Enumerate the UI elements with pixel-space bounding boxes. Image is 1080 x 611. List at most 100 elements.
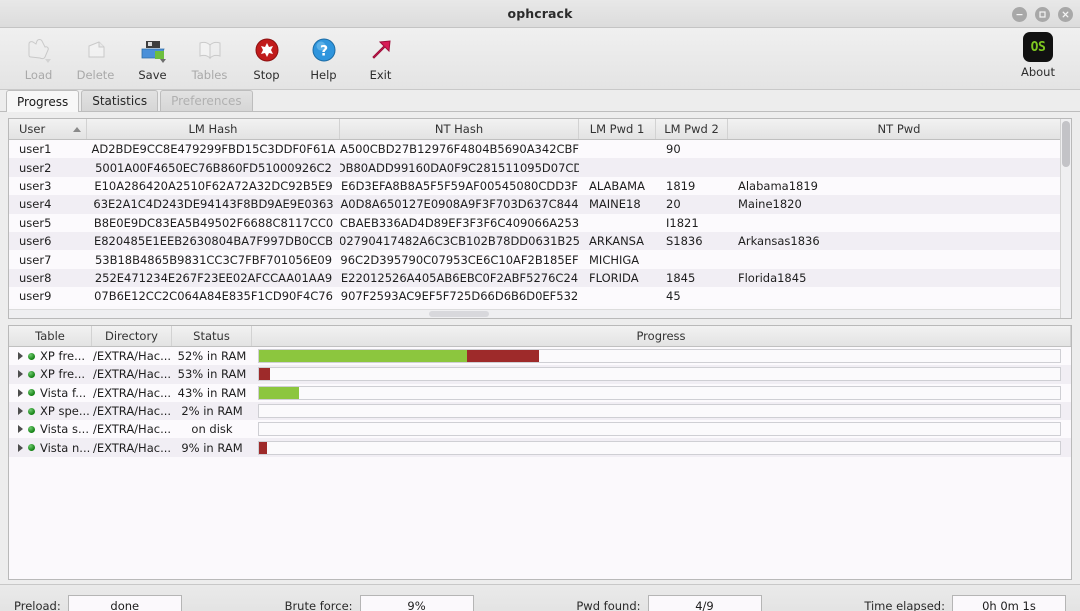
table-row[interactable]: user1 AD2BDE9CC8E479299FBD15C3DDF0F61A A50… (9, 140, 1071, 159)
tab-progress[interactable]: Progress (6, 90, 80, 112)
cell-nt-pwd: Arkansas1836 (738, 234, 820, 249)
cell-nt-hash: E6D3EFA8B8A5F5F59AF00545080CDD3F (340, 178, 579, 193)
table-row[interactable]: Vista f... /EXTRA/Hac... 43% in RAM (9, 383, 1071, 402)
close-button[interactable] (1058, 6, 1073, 22)
expand-triangle-icon[interactable] (18, 352, 23, 361)
scrollbar-thumb[interactable] (429, 311, 490, 317)
maximize-button[interactable] (1035, 6, 1050, 22)
progress-bar (258, 404, 1061, 419)
progress-segment-loaded (259, 350, 468, 363)
column-header-status[interactable]: Status (172, 326, 252, 346)
load-icon (25, 35, 53, 65)
cell-nt-pwd (728, 140, 1071, 158)
cell-table-name: Vista n... (9, 438, 92, 456)
table-row[interactable]: Vista n.../EXTRA/Hac... 9% in RAM (9, 438, 1071, 457)
about-button[interactable]: OS About (1008, 32, 1068, 79)
column-header-progress[interactable]: Progress (252, 326, 1071, 346)
cracked-table-horizontal-scrollbar[interactable] (9, 309, 1060, 318)
table-row[interactable]: user4 63E2A1C4D243DE94143F8BD9AE9E0363 A0D… (9, 195, 1071, 214)
cell-status: 43% in RAM (177, 385, 247, 400)
cell-progress (252, 438, 1071, 456)
sort-ascending-icon (73, 126, 82, 132)
table-row[interactable]: XP fre... /EXTRA/Hac... 53% in RAM (9, 365, 1071, 384)
tables-button[interactable]: Tables (181, 32, 238, 88)
bruteforce-value: 9% (359, 594, 474, 611)
column-header-table[interactable]: Table (9, 326, 92, 346)
table-row[interactable]: user9 07B6E12CC2C064A84E835F1CD90F4C76 907… (9, 287, 1071, 306)
cell-lm-pwd-1: MAINE18 (589, 197, 641, 212)
load-button[interactable]: Load (10, 32, 67, 88)
expand-triangle-icon[interactable] (18, 425, 23, 434)
cell-user: user4 (19, 197, 52, 212)
expand-triangle-icon[interactable] (18, 407, 23, 416)
cell-progress (252, 347, 1071, 365)
save-dropdown-caret[interactable] (159, 59, 166, 63)
column-header-nt-pwd[interactable]: NT Pwd (728, 119, 1071, 139)
minimize-button[interactable] (1012, 6, 1027, 22)
scrollbar-thumb[interactable] (1062, 121, 1070, 167)
column-header-lm-pwd-2[interactable]: LM Pwd 2 (656, 119, 728, 139)
help-button[interactable]: ? Help (295, 32, 352, 88)
cell-progress (252, 384, 1071, 402)
pwdfound-value: 4/9 (647, 594, 762, 611)
delete-button[interactable]: Delete (67, 32, 124, 88)
cell-user: user6 (19, 234, 52, 249)
delete-icon (82, 35, 110, 65)
column-header-lm-pwd-1[interactable]: LM Pwd 1 (579, 119, 656, 139)
progress-bar-wrapper (252, 384, 1071, 402)
cell-lm-pwd-1 (579, 158, 656, 176)
cell-lm-pwd-2: 20 (666, 197, 681, 212)
cell-lm-hash: 53B18B4865B9831CC3C7FBF701056E09 (94, 252, 333, 267)
progress-bar-wrapper (252, 438, 1071, 456)
table-name-label: Vista n... (40, 440, 91, 455)
status-dot-icon (28, 370, 35, 378)
exit-button[interactable]: Exit (352, 32, 409, 88)
save-button[interactable]: Save (124, 32, 181, 88)
cell-lm-pwd-1 (579, 287, 656, 305)
column-header-lm-hash[interactable]: LM Hash (87, 119, 340, 139)
tables-panel-header: Table Directory Status Progress (9, 326, 1071, 347)
tab-preferences[interactable]: Preferences (160, 90, 253, 111)
table-row[interactable]: user5 B8E0E9DC83EA5B49502F6688C8117CC0 CBA… (9, 213, 1071, 232)
cell-table-name: Vista f... (9, 384, 92, 402)
rainbow-tables-panel: Table Directory Status Progress XP fre..… (8, 325, 1072, 580)
cell-lm-hash: 07B6E12CC2C064A84E835F1CD90F4C76 (94, 289, 333, 304)
table-row[interactable]: XP spe.../EXTRA/Hac... 2% in RAM (9, 401, 1071, 421)
cell-lm-pwd-2 (656, 158, 728, 176)
cell-directory: /EXTRA/Hac... (92, 367, 172, 382)
pwdfound-label: Pwd found: (576, 598, 641, 611)
table-row[interactable]: Vista s.../EXTRA/Hac... on disk (9, 420, 1071, 439)
stop-button[interactable]: Stop (238, 32, 295, 88)
cell-user: user3 (19, 178, 52, 193)
cell-lm-pwd-1 (579, 140, 656, 158)
progress-bar (258, 385, 1061, 400)
save-button-label: Save (138, 68, 167, 82)
table-row[interactable]: XP fre... /EXTRA/Hac... 52% in RAM (9, 347, 1071, 366)
table-name-label: XP spe... (40, 404, 90, 419)
svg-text:?: ? (319, 44, 327, 60)
preload-label: Preload: (14, 598, 61, 611)
expand-triangle-icon[interactable] (18, 388, 23, 397)
column-header-user[interactable]: User (9, 119, 87, 139)
table-row[interactable]: user2 5001A00F4650EC76B860FD51000926C2 DB8… (9, 158, 1071, 177)
cell-lm-hash: AD2BDE9CC8E479299FBD15C3DDF0F61A (91, 142, 336, 157)
cell-nt-pwd: Maine1820 (738, 197, 802, 212)
cracked-table-vertical-scrollbar[interactable] (1060, 119, 1071, 318)
cell-status: on disk (191, 422, 233, 437)
cell-table-name: XP fre... (9, 365, 92, 383)
load-dropdown-caret[interactable] (44, 59, 51, 63)
cell-lm-hash: 63E2A1C4D243DE94143F8BD9AE9E0363 (93, 197, 334, 212)
pwdfound-status: Pwd found: 4/9 (576, 594, 762, 611)
expand-triangle-icon[interactable] (18, 443, 23, 452)
table-row[interactable]: user3 E10A286420A2510F62A72A32DC92B5E9 E6D… (9, 176, 1071, 196)
table-row[interactable]: user7 53B18B4865B9831CC3C7FBF701056E09 96C… (9, 250, 1071, 269)
expand-triangle-icon[interactable] (18, 370, 23, 379)
table-row[interactable]: user8 252E471234E267F23EE02AFCCAA01AA9 E22… (9, 268, 1071, 288)
column-header-directory[interactable]: Directory (92, 326, 172, 346)
tab-statistics[interactable]: Statistics (81, 90, 159, 111)
ophcrack-logo-icon: OS (1023, 32, 1053, 62)
table-row[interactable]: user6 E820485E1EEB2630804BA7F997DB0CCB 027… (9, 231, 1071, 251)
progress-segment-active (467, 350, 540, 363)
column-header-nt-hash[interactable]: NT Hash (340, 119, 579, 139)
column-header-user-label: User (19, 122, 46, 136)
